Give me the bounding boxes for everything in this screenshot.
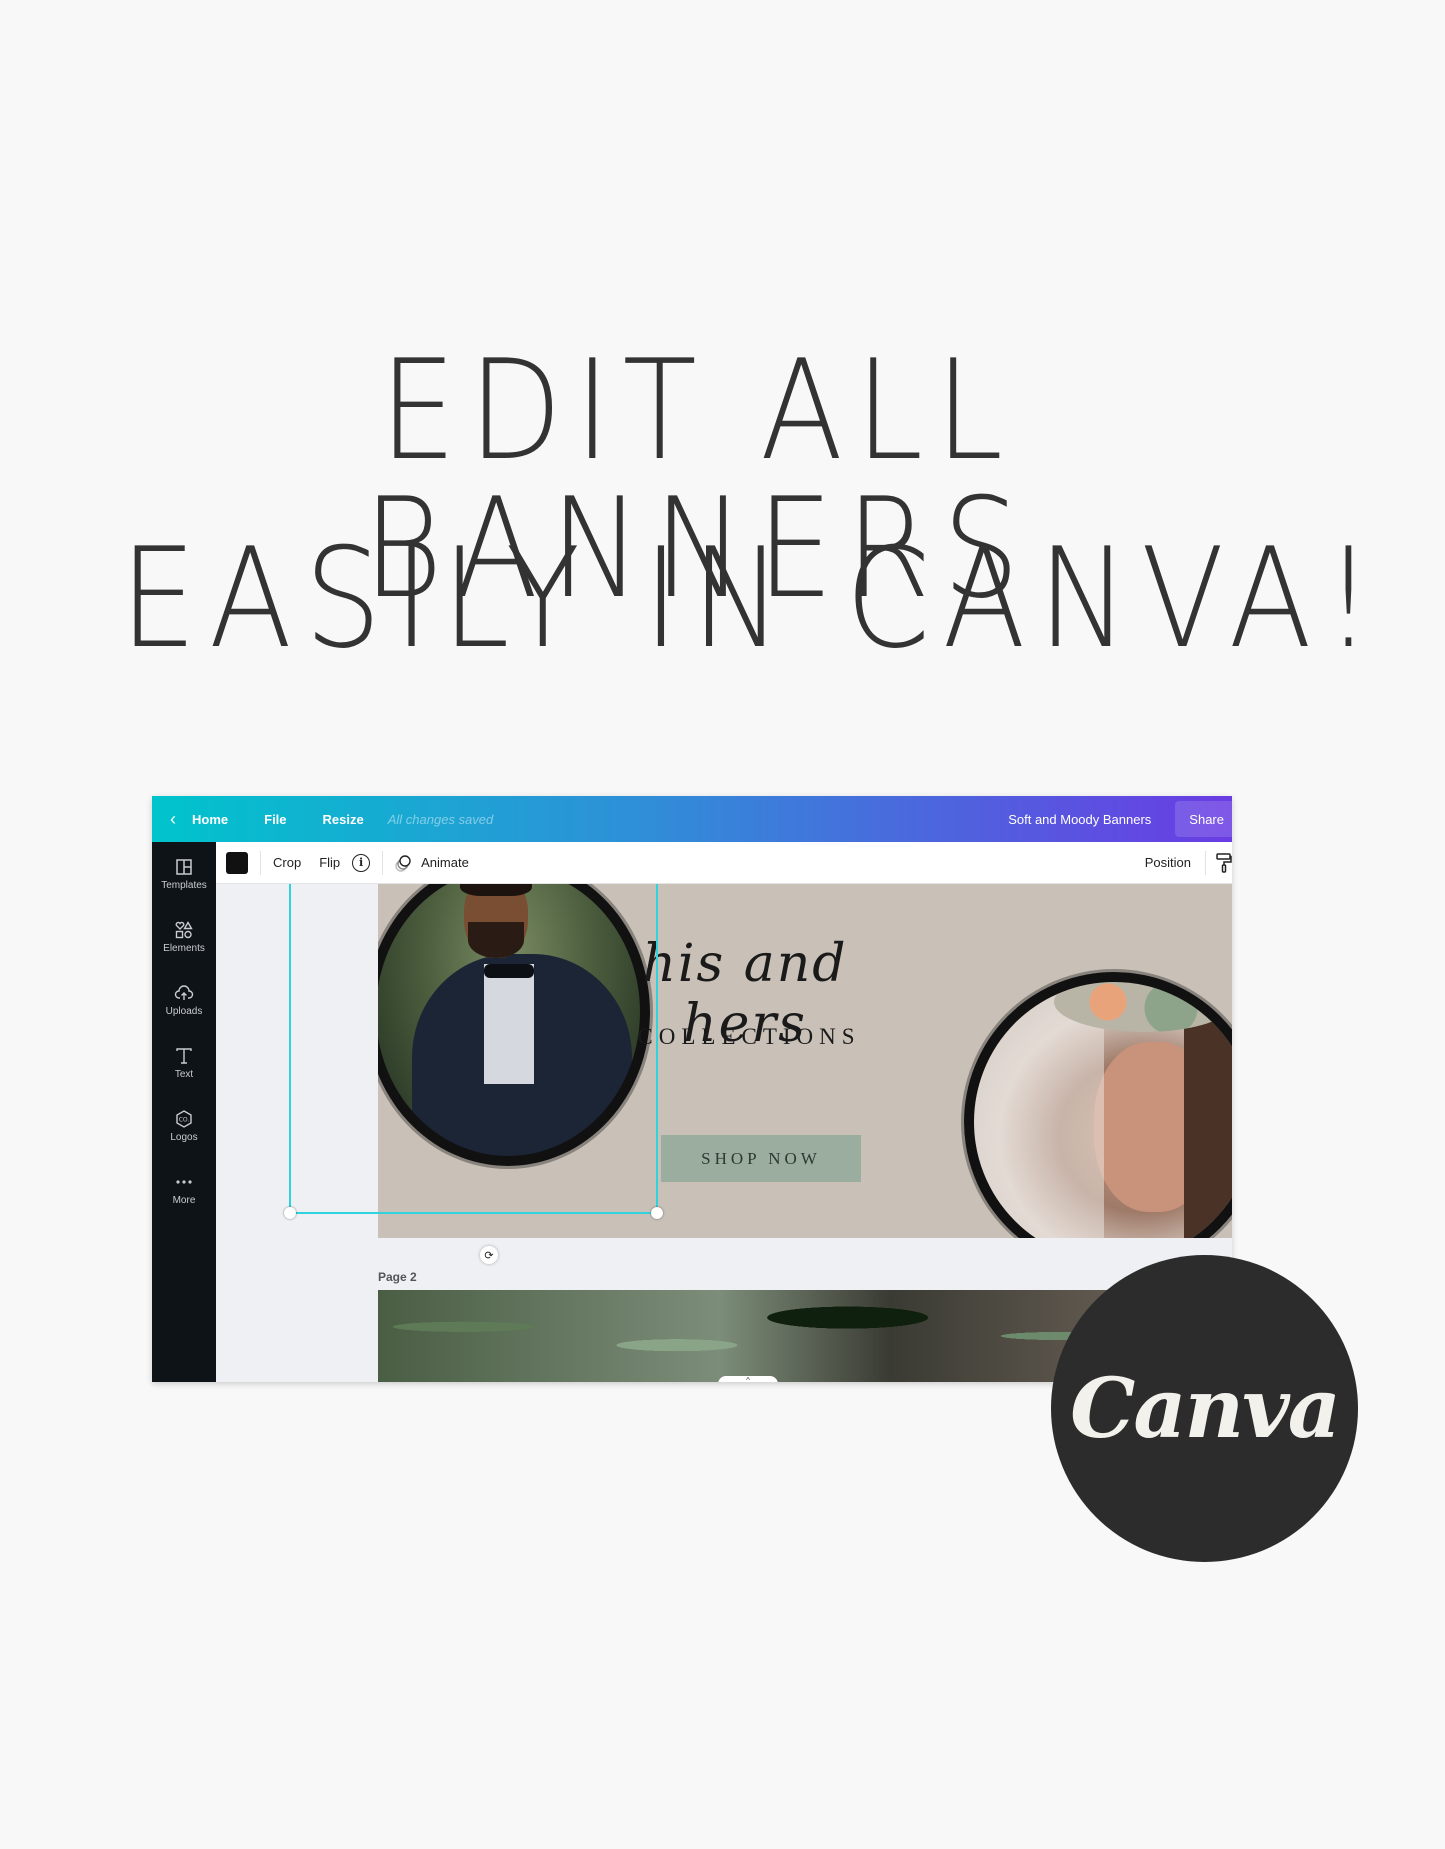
sidebar-item-label: More [172,1194,196,1206]
share-button[interactable]: Share [1175,801,1232,837]
resize-handle-bottom-left[interactable] [284,1207,296,1219]
top-bar: ‹ Home File Resize All changes saved Sof… [152,796,1232,842]
text-icon [176,1047,192,1064]
animate-button[interactable]: Animate [421,855,469,870]
toolbar-divider [260,850,261,875]
info-icon[interactable]: i [352,853,371,872]
animate-icon [395,854,411,872]
home-link[interactable]: Home [192,812,228,827]
elements-icon [175,920,193,938]
logo-badge-icon: CO. [176,1109,192,1128]
sidebar: Templates Elements Uploads Text CO. Logo… [152,842,216,1382]
sidebar-item-logos[interactable]: CO. Logos [152,1094,216,1157]
shop-now-button[interactable]: SHOP NOW [661,1135,861,1182]
document-title[interactable]: Soft and Moody Banners [1008,812,1151,827]
sidebar-item-label: Templates [161,879,207,891]
page-2-label: Page 2 [378,1270,417,1284]
templates-icon [176,858,192,875]
sidebar-item-label: Text [174,1068,194,1080]
canva-logo-badge: Canva [1051,1255,1358,1562]
design-canvas: his and hers COLLECTIONS SHOP NOW ⟳ Page… [216,884,1232,1382]
flip-button[interactable]: Flip [319,855,340,870]
sidebar-item-elements[interactable]: Elements [152,905,216,968]
sidebar-item-label: Uploads [165,1005,203,1017]
color-swatch[interactable] [226,851,248,874]
svg-text:CO.: CO. [179,1116,190,1123]
rotate-handle-icon[interactable]: ⟳ [480,1246,498,1264]
crop-button[interactable]: Crop [273,855,301,870]
sidebar-item-label: Logos [170,1131,198,1143]
chevron-left-icon[interactable]: ‹ [170,809,184,830]
file-menu[interactable]: File [264,812,286,827]
resize-menu[interactable]: Resize [323,812,364,827]
sidebar-item-more[interactable]: More [152,1157,216,1220]
more-dots-icon [176,1179,192,1184]
headline-line-2: EASILY IN CANVA! [119,518,1386,679]
paint-roller-icon[interactable] [1216,852,1232,873]
toolbar-divider [1205,850,1206,875]
save-status: All changes saved [387,811,494,827]
resize-handle-bottom-right[interactable] [651,1207,663,1219]
sidebar-item-text[interactable]: Text [152,1031,216,1094]
sidebar-item-label: Elements [163,942,205,954]
sidebar-item-templates[interactable]: Templates [152,842,216,905]
element-toolbar: Crop Flip i Animate Position [216,842,1232,884]
selection-box[interactable] [284,884,663,1219]
canva-editor-window: ‹ Home File Resize All changes saved Sof… [152,796,1232,1382]
position-button[interactable]: Position [1145,855,1191,870]
scroll-up-icon[interactable]: ^ [718,1376,778,1382]
upload-cloud-icon [174,984,194,1000]
canva-logo-text: Canva [1070,1360,1341,1457]
sidebar-item-uploads[interactable]: Uploads [152,968,216,1031]
toolbar-divider [382,850,384,875]
